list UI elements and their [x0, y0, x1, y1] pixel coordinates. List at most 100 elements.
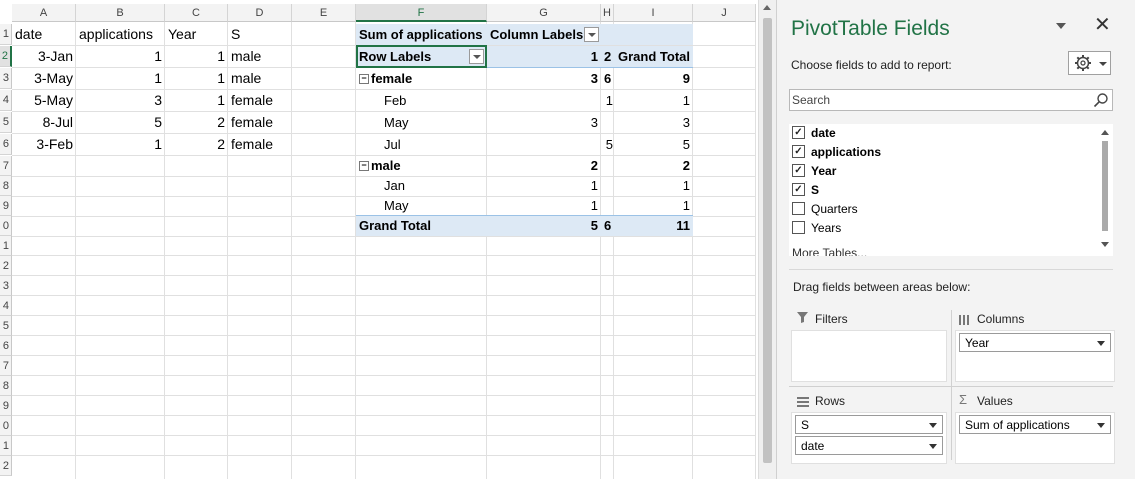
pivot-row-label[interactable]: May	[356, 196, 487, 216]
data-cell[interactable]: 1	[76, 134, 165, 155]
close-icon[interactable]: ✕	[1094, 15, 1111, 35]
pivot-value[interactable]: 3	[614, 112, 693, 133]
row-header[interactable]: 9	[0, 396, 12, 416]
row-header[interactable]: 0	[0, 216, 12, 236]
column-header-c[interactable]: C	[165, 4, 228, 22]
pivot-value[interactable]: 2	[487, 156, 601, 176]
checkbox-checked[interactable]: ✓	[792, 183, 805, 197]
field-item-applications[interactable]: ✓ applications	[792, 143, 881, 162]
row-header[interactable]: 5	[0, 316, 12, 336]
data-cell[interactable]: male	[228, 46, 292, 67]
column-header-f[interactable]: F	[356, 4, 487, 22]
column-header-a[interactable]: A	[12, 4, 76, 22]
worksheet[interactable]: A B C D E F G H I J 1 2 3 4 5 6 7 8 9 0 …	[0, 0, 756, 479]
values-field-sum-applications[interactable]: Sum of applications	[959, 415, 1111, 434]
pivot-value[interactable]: 5	[614, 134, 693, 155]
data-cell[interactable]: 3-May	[12, 68, 76, 89]
data-cell[interactable]: 1	[76, 46, 165, 67]
data-cell[interactable]: 5-May	[12, 90, 76, 111]
row-labels-filter-button[interactable]	[469, 49, 484, 64]
pivot-value[interactable]	[560, 176, 616, 196]
row-header[interactable]: 6	[0, 336, 12, 356]
pivot-value[interactable]	[560, 112, 616, 133]
scroll-up-icon[interactable]	[763, 5, 771, 10]
column-header-j[interactable]: J	[693, 4, 756, 22]
field-item-year[interactable]: ✓ Year	[792, 162, 836, 181]
columns-field-year[interactable]: Year	[959, 333, 1111, 352]
row-header[interactable]: 1	[0, 24, 12, 45]
pivot-value[interactable]: 5	[560, 134, 616, 155]
pivot-total[interactable]: 11	[614, 216, 693, 236]
row-header[interactable]: 2	[0, 256, 12, 276]
data-cell[interactable]: 3	[76, 90, 165, 111]
data-cell[interactable]: 8-Jul	[12, 112, 76, 133]
column-header-b[interactable]: B	[76, 4, 165, 22]
rows-field-s[interactable]: S	[795, 415, 943, 434]
pivot-col-key[interactable]: 1	[487, 46, 601, 67]
scroll-up-icon[interactable]	[1101, 130, 1109, 135]
pivot-row-label[interactable]: Jan	[356, 176, 487, 196]
row-header[interactable]: 6	[0, 134, 12, 155]
pivot-value[interactable]	[601, 156, 614, 176]
column-header-h[interactable]: H	[601, 4, 614, 22]
data-cell[interactable]: 3-Jan	[12, 46, 76, 67]
scrollbar-thumb[interactable]	[1102, 141, 1108, 231]
field-item-s[interactable]: ✓ S	[792, 181, 819, 200]
pivot-row-label[interactable]: Feb	[356, 90, 487, 111]
row-header[interactable]: 0	[0, 416, 12, 436]
pivot-value[interactable]	[560, 196, 616, 216]
header-cell-date[interactable]: date	[12, 24, 76, 45]
checkbox-checked[interactable]: ✓	[792, 126, 805, 140]
scroll-down-icon[interactable]	[1101, 242, 1109, 247]
pivot-grand-total-header[interactable]: Grand Total	[614, 46, 693, 67]
field-item-quarters[interactable]: Quarters	[792, 200, 858, 219]
search-icon[interactable]	[1093, 92, 1109, 108]
row-header[interactable]: 2	[0, 456, 12, 476]
header-cell-year[interactable]: Year	[165, 24, 228, 45]
field-item-date[interactable]: ✓ date	[792, 124, 836, 143]
pivot-value[interactable]: 1	[614, 176, 693, 196]
pivot-group-row[interactable]: − male	[356, 156, 487, 176]
field-list-scrollbar[interactable]	[1099, 124, 1111, 256]
data-cell[interactable]: female	[228, 90, 292, 111]
pivot-value[interactable]: 3	[487, 68, 601, 89]
column-header-i[interactable]: I	[614, 4, 693, 22]
column-header-g[interactable]: G	[487, 4, 601, 22]
row-header[interactable]: 1	[0, 436, 12, 456]
pivot-total[interactable]: 5	[487, 216, 601, 236]
data-cell[interactable]: 3-Feb	[12, 134, 76, 155]
row-header[interactable]: 3	[0, 276, 12, 296]
row-header[interactable]: 7	[0, 356, 12, 376]
pivot-grand-total-label[interactable]: Grand Total	[356, 216, 487, 236]
column-labels-filter-button[interactable]	[584, 27, 599, 42]
row-header[interactable]: 5	[0, 112, 12, 133]
pivot-row-label[interactable]: Jul	[356, 134, 487, 155]
pivot-column-labels[interactable]: Column Labels	[487, 24, 583, 45]
pivot-values-title[interactable]: Sum of applications	[356, 24, 487, 45]
pivot-value[interactable]: 1	[614, 196, 693, 216]
data-cell[interactable]: 1	[165, 68, 228, 89]
row-header[interactable]: 7	[0, 156, 12, 176]
more-tables-link[interactable]: More Tables...	[792, 244, 867, 256]
rows-field-date[interactable]: date	[795, 436, 943, 455]
data-cell[interactable]: 2	[165, 134, 228, 155]
row-header[interactable]: 4	[0, 296, 12, 316]
pivot-row-label[interactable]: May	[356, 112, 487, 133]
row-header[interactable]: 1	[0, 236, 12, 256]
header-cell-applications[interactable]: applications	[76, 24, 165, 45]
field-item-years[interactable]: Years	[792, 219, 841, 238]
data-cell[interactable]: female	[228, 134, 292, 155]
column-header-d[interactable]: D	[228, 4, 292, 22]
pivot-value[interactable]: 2	[614, 156, 693, 176]
row-header[interactable]: 3	[0, 68, 12, 89]
pivot-value[interactable]: 6	[601, 68, 614, 89]
pivot-row-labels[interactable]: Row Labels	[356, 46, 466, 67]
data-cell[interactable]: 1	[76, 68, 165, 89]
data-cell[interactable]: 1	[165, 46, 228, 67]
data-cell[interactable]: male	[228, 68, 292, 89]
collapse-icon[interactable]: −	[359, 73, 369, 84]
filters-drop-area[interactable]	[791, 330, 947, 382]
data-cell[interactable]: 2	[165, 112, 228, 133]
row-header[interactable]: 2	[0, 46, 12, 67]
tools-button[interactable]	[1068, 51, 1111, 75]
